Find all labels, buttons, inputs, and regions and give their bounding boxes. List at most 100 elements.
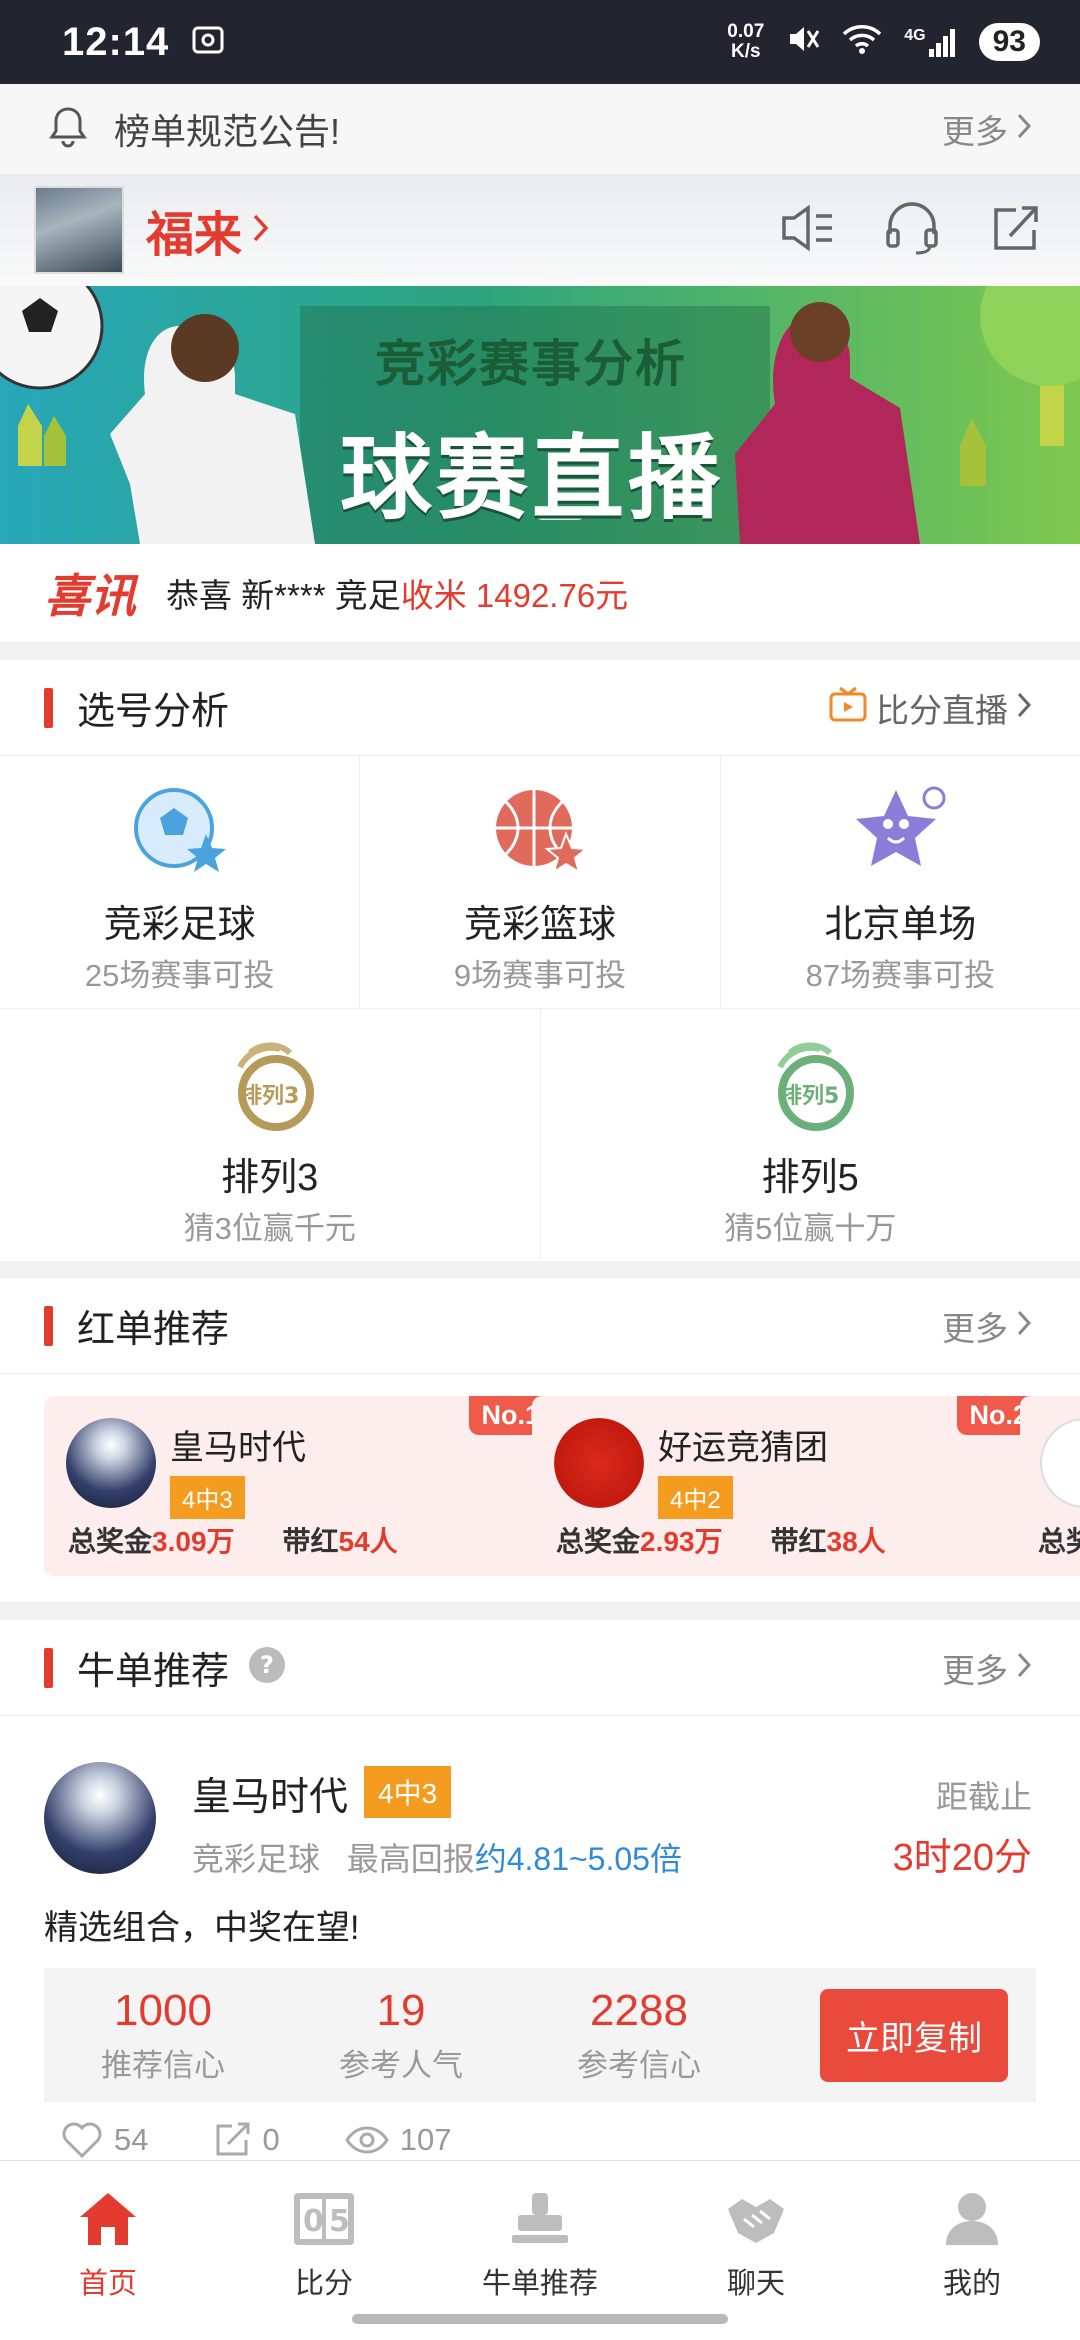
hit-rate-badge: 4中2 [658, 1476, 733, 1519]
game-type-grid: 竞彩足球 25场赛事可投 竞彩篮球 9场赛事可投 北京单场 87场赛事可投 排列… [0, 756, 1080, 1261]
avatar [44, 1762, 156, 1874]
share-icon[interactable] [986, 200, 1046, 261]
red-list-card[interactable]: No.1 皇马时代 4中3 总奖金3.09万 带红54人 [44, 1396, 552, 1576]
football-icon [130, 784, 230, 885]
heart-icon [60, 2120, 104, 2160]
eye-icon [344, 2123, 390, 2157]
game-jczq[interactable]: 竞彩足球 25场赛事可投 [0, 756, 361, 1008]
chevron-right-icon [1016, 110, 1032, 148]
section-accent-bar [44, 1647, 53, 1688]
hit-rate-badge: 4中3 [364, 1766, 452, 1818]
cell-signal-icon: 4G [904, 27, 956, 57]
announcement-bar[interactable]: 榜单规范公告! 更多 [0, 84, 1080, 174]
svg-text:5: 5 [329, 2204, 350, 2239]
live-score-link[interactable]: 比分直播 [828, 684, 1032, 732]
tab-mine[interactable]: 我的 [864, 2161, 1080, 2300]
pailie5-icon: 排列5 [760, 1037, 860, 1138]
tab-home[interactable]: 首页 [0, 2161, 216, 2300]
status-time: 12:14 [62, 19, 170, 64]
niu-list-section-header: 牛单推荐 ? 更多 [0, 1620, 1080, 1716]
hit-rate-badge: 4中3 [170, 1476, 245, 1519]
banner-subtitle: 竞彩赛事分析 [375, 336, 687, 392]
svg-text:排列5: 排列5 [780, 1084, 839, 1109]
stat-confidence: 1000 推荐信心 [101, 1985, 225, 2083]
battery-indicator: 93 [978, 23, 1040, 61]
red-list-card[interactable]: 总奖 [1020, 1396, 1080, 1576]
item-slogan: 精选组合，中奖在望! [44, 1909, 360, 1947]
avatar [554, 1418, 644, 1508]
user-icon [940, 2189, 1004, 2254]
copy-button[interactable]: 立即复制 [820, 1988, 1008, 2082]
home-indicator-pill[interactable] [352, 2314, 728, 2324]
stat-ref-confidence: 2288 参考信心 [577, 1985, 701, 2083]
section-title: 牛单推荐 [77, 1651, 230, 1693]
red-list-more-link[interactable]: 更多 [942, 1302, 1032, 1350]
scoreboard-icon: 05 [292, 2189, 356, 2254]
stat-popularity: 19 参考人气 [339, 1985, 463, 2083]
tab-niu-recommend[interactable]: 牛单推荐 [432, 2161, 648, 2300]
bottom-tab-bar: 首页 05 比分 牛单推荐 聊天 我的 [0, 2160, 1080, 2300]
expert-name: 皇马时代 [170, 1429, 306, 1467]
chevron-right-icon [1016, 689, 1032, 727]
announcement-more-link[interactable]: 更多 [942, 105, 1032, 153]
headset-icon[interactable] [882, 200, 942, 261]
promo-banner[interactable]: 竞彩赛事分析 球赛直播 [0, 286, 1080, 544]
game-pailie5[interactable]: 排列5 排列5 猜5位赢十万 [541, 1009, 1080, 1261]
game-jclq[interactable]: 竞彩篮球 9场赛事可投 [360, 756, 721, 1008]
niu-list-item[interactable]: 皇马时代 4中3 竞彩足球 最高回报约4.81~5.05倍 距截止 3时20分 … [0, 1716, 1080, 2160]
niu-list-more-link[interactable]: 更多 [942, 1644, 1032, 1692]
card-stats: 总奖 [1038, 1526, 1080, 1557]
red-list-section-header: 红单推荐 更多 [0, 1278, 1080, 1374]
chevron-right-icon [1016, 1649, 1032, 1687]
speaker-icon[interactable] [778, 200, 838, 261]
tab-score[interactable]: 05 比分 [216, 2161, 432, 2300]
expert-name: 皇马时代 [192, 1776, 349, 1819]
deadline-value: 3时20分 [892, 1837, 1032, 1879]
expert-name: 好运竞猜团 [658, 1429, 828, 1467]
tab-chat[interactable]: 聊天 [648, 2161, 864, 2300]
section-title: 红单推荐 [77, 1309, 230, 1351]
red-list-carousel[interactable]: No.1 皇马时代 4中3 总奖金3.09万 带红54人 No.2 好运竞猜团 … [0, 1374, 1080, 1602]
home-icon [76, 2189, 140, 2254]
stamp-icon [508, 2189, 572, 2254]
tv-icon [828, 686, 868, 730]
card-stats: 总奖金3.09万 带红54人 [68, 1526, 398, 1557]
avatar [1040, 1418, 1080, 1508]
section-title: 选号分析 [77, 691, 230, 733]
bell-icon [48, 105, 88, 154]
svg-text:排列3: 排列3 [240, 1084, 299, 1109]
banner-title: 球赛直播 [340, 428, 725, 530]
card-stats: 总奖金2.93万 带红38人 [556, 1526, 886, 1557]
avatar [66, 1418, 156, 1508]
help-icon[interactable]: ? [247, 1645, 287, 1690]
pailie3-icon: 排列3 [220, 1037, 320, 1138]
like-action[interactable]: 54 [60, 2120, 148, 2160]
analysis-section-header: 选号分析 比分直播 [0, 660, 1080, 756]
game-bjdc[interactable]: 北京单场 87场赛事可投 [721, 756, 1080, 1008]
view-count: 107 [344, 2120, 451, 2160]
home-indicator [0, 2300, 1080, 2340]
star-icon [850, 784, 950, 885]
store-name-link[interactable]: 福来 [146, 195, 242, 265]
ticker-message: 恭喜 新**** 竞足收米 1492.76元 [166, 577, 629, 614]
handshake-icon [724, 2189, 788, 2254]
store-header: 福来 [0, 174, 1080, 286]
red-list-card[interactable]: No.2 好运竞猜团 4中2 总奖金2.93万 带红38人 [532, 1396, 1040, 1576]
svg-text:0: 0 [303, 2204, 324, 2239]
chevron-right-icon [252, 212, 270, 249]
game-pailie3[interactable]: 排列3 排列3 猜3位赢千元 [0, 1009, 541, 1261]
screenshot-icon [191, 25, 225, 60]
deadline-label: 距截止 [935, 1779, 1032, 1815]
store-photo[interactable] [34, 186, 124, 274]
svg-text:?: ? [260, 1651, 274, 1679]
network-speed: 0.07 K/s [727, 21, 765, 62]
section-accent-bar [44, 687, 53, 728]
basketball-icon [490, 784, 590, 885]
share-action[interactable]: 0 [212, 2120, 280, 2160]
item-meta: 竞彩足球 最高回报约4.81~5.05倍 [192, 1841, 682, 1877]
item-actions: 54 0 107 [60, 2120, 451, 2160]
mute-icon [786, 23, 820, 61]
announcement-text: 榜单规范公告! [114, 111, 341, 152]
winner-ticker: 喜讯 恭喜 新**** 竞足收米 1492.76元 [0, 544, 1080, 642]
share-icon [212, 2120, 252, 2160]
